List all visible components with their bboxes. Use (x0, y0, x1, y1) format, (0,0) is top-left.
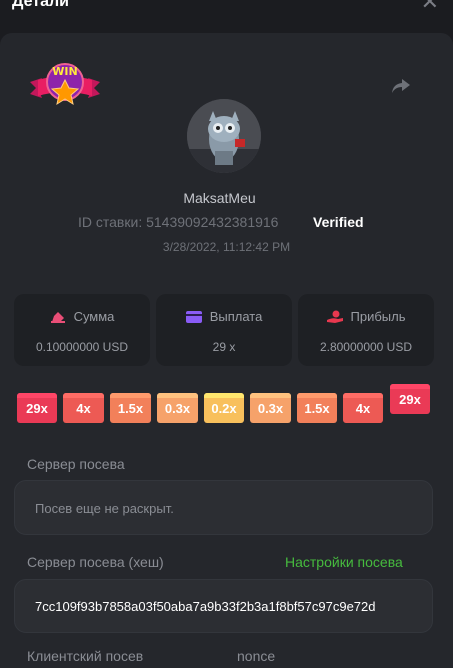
server-seed-field[interactable]: Посев еще не раскрыт. (14, 480, 433, 535)
server-seed-hash-label: Сервер посева (хеш) (27, 554, 164, 570)
client-seed-label: Клиентский посев (27, 648, 144, 664)
card-icon (185, 310, 202, 324)
close-button[interactable]: ✕ (421, 0, 439, 13)
profit-card: Прибыль 2.80000000 USD (298, 294, 434, 366)
bet-chip-icon (50, 310, 66, 324)
payout-label: Выплата (209, 309, 263, 324)
profit-value: 2.80000000 USD (319, 340, 413, 354)
hand-coin-icon (326, 310, 343, 324)
multiplier-slot[interactable]: 29x (17, 393, 57, 423)
amount-label: Сумма (73, 309, 115, 324)
payout-value: 29 x (212, 340, 236, 354)
amount-value: 0.10000000 USD (35, 340, 129, 354)
multiplier-slot[interactable]: 1.5x (110, 393, 151, 423)
avatar (187, 99, 261, 173)
nonce-label: nonce (237, 648, 276, 664)
server-seed-label: Сервер посева (27, 456, 125, 472)
modal-header: Детали ✕ (0, 0, 453, 22)
bet-id: ID ставки: 51439092432381916 (78, 214, 279, 230)
server-seed-hash-field[interactable]: 7cc109f93b7858a03f50aba7a9b33f2b3a1f8bf5… (14, 579, 433, 633)
win-logo: WIN (28, 58, 102, 112)
profit-label: Прибыль (350, 309, 406, 324)
multiplier-slot[interactable]: 0.2x (204, 393, 244, 423)
server-seed-placeholder: Посев еще не раскрыт. (35, 501, 174, 516)
multiplier-slot[interactable]: 1.5x (297, 393, 337, 423)
server-seed-hash-value: 7cc109f93b7858a03f50aba7a9b33f2b3a1f8bf5… (35, 599, 376, 614)
share-icon[interactable] (389, 74, 413, 98)
bet-time: 3/28/2022, 11:12:42 PM (162, 240, 291, 254)
seed-settings-link[interactable]: Настройки посева (285, 554, 403, 570)
user-name: MaksatMeu (183, 190, 270, 206)
payout-card: Выплата 29 x (156, 294, 292, 366)
verified-label[interactable]: Verified (313, 214, 364, 230)
multiplier-slot[interactable]: 4x (343, 393, 383, 423)
svg-text:WIN: WIN (52, 65, 77, 78)
multiplier-slot[interactable]: 0.3x (157, 393, 198, 423)
multiplier-slot[interactable]: 0.3x (250, 393, 291, 423)
amount-card: Сумма 0.10000000 USD (14, 294, 150, 366)
modal-title: Детали (12, 0, 70, 10)
multiplier-slot-active[interactable]: 29x (390, 384, 430, 414)
multiplier-slot[interactable]: 4x (63, 393, 104, 423)
